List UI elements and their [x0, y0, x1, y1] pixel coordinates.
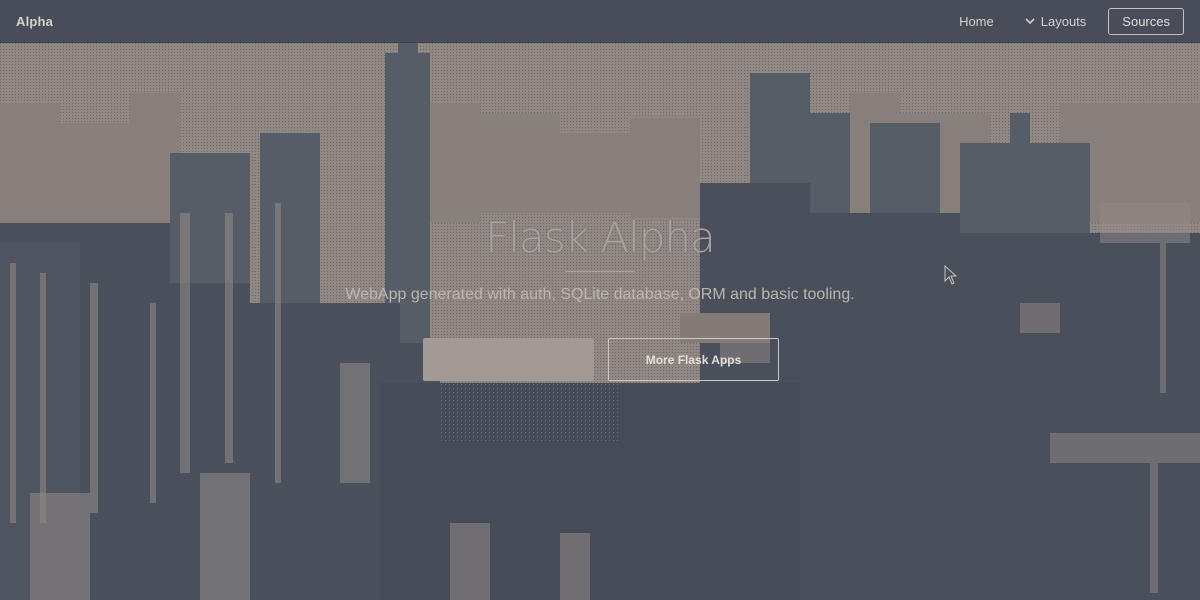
nav-link-home-label: Home — [959, 13, 994, 29]
nav-link-layouts-label: Layouts — [1040, 13, 1087, 29]
mouse-pointer-icon — [944, 265, 958, 285]
nav-links: Home Layouts Sources — [929, 0, 1184, 42]
nav-link-home[interactable]: Home — [959, 14, 994, 29]
hero-subtitle: WebApp generated with auth, SQLite datab… — [345, 286, 855, 303]
nav-link-layouts[interactable]: Layouts — [1024, 13, 1087, 29]
sources-button[interactable]: Sources — [1108, 7, 1184, 35]
hero-section: Flask Alpha WebApp generated with auth, … — [0, 43, 1200, 600]
hero-content: Flask Alpha WebApp generated with auth, … — [0, 43, 1200, 600]
brand-logo[interactable]: Alpha — [16, 14, 53, 29]
hero-title: Flask Alpha — [485, 213, 716, 262]
top-navbar: Alpha Home Layouts Sources — [0, 0, 1200, 43]
chevron-down-icon — [1025, 18, 1035, 25]
primary-cta-button[interactable] — [423, 338, 594, 381]
more-flask-apps-button[interactable]: More Flask Apps — [608, 338, 779, 381]
hero-divider — [565, 271, 635, 272]
